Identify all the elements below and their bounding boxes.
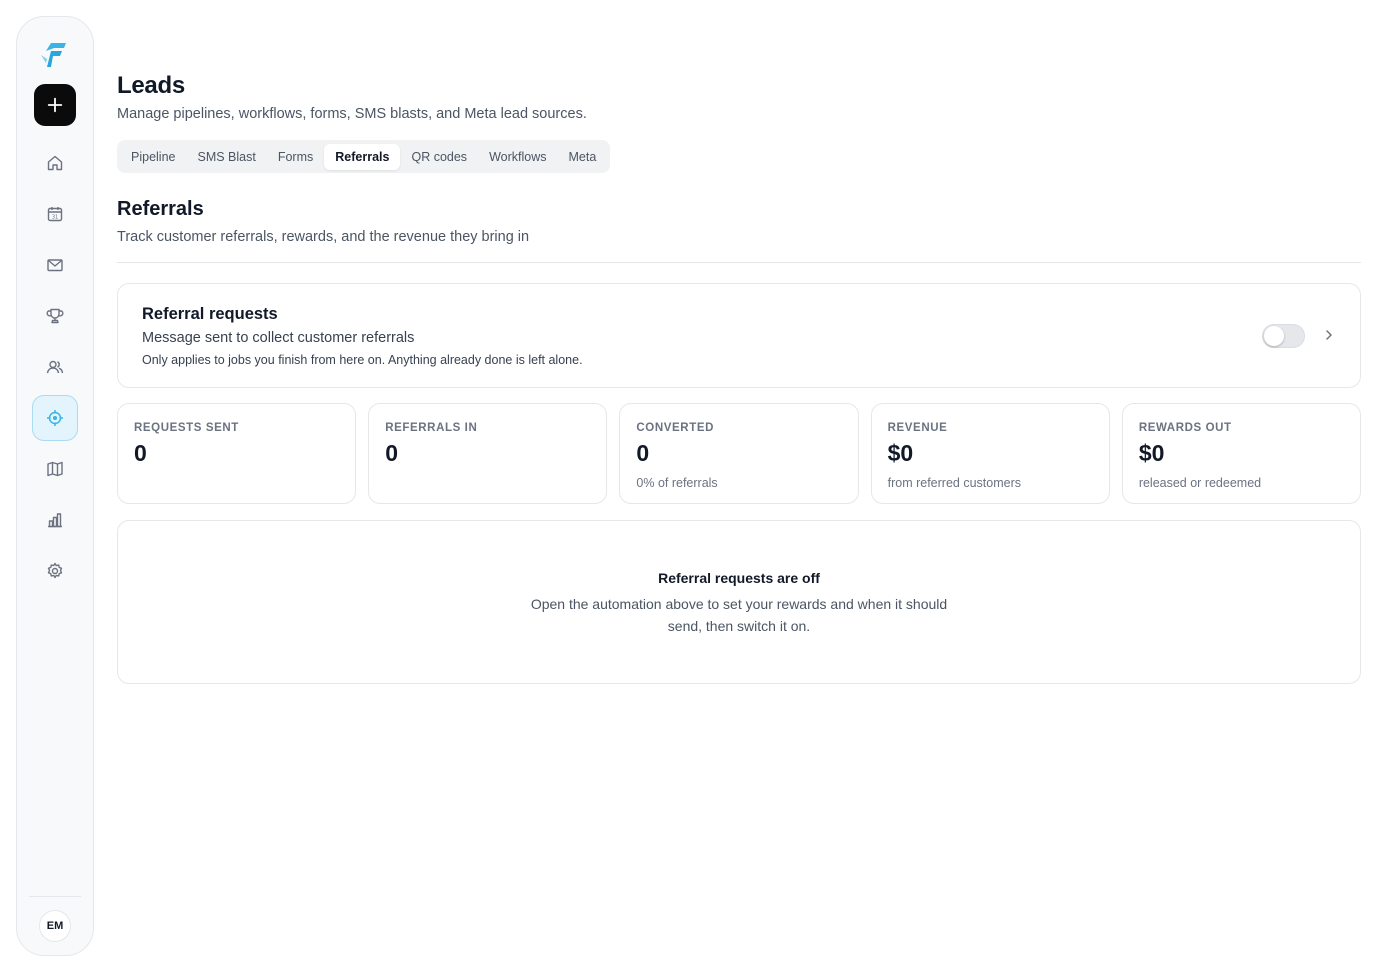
- stat-subtext: from referred customers: [887, 476, 1021, 490]
- calendar-icon: 31: [47, 207, 63, 222]
- stat-label: REFERRALS IN: [385, 422, 478, 434]
- empty-state-card: Referral requests are off Open the autom…: [117, 520, 1361, 684]
- sidebar-item-users[interactable]: [32, 344, 78, 390]
- new-button[interactable]: [34, 84, 76, 126]
- stat-revenue: REVENUE $0 from referred customers: [870, 403, 1110, 504]
- chevron-right-icon[interactable]: [1322, 328, 1336, 342]
- mail-icon: [47, 259, 63, 272]
- sidebar-item-calendar[interactable]: 31: [32, 191, 78, 237]
- tab-sms-blast[interactable]: SMS Blast: [186, 144, 266, 170]
- stat-value: 0: [636, 440, 650, 466]
- stat-label: REWARDS OUT: [1138, 422, 1232, 434]
- stat-value: $0: [887, 440, 914, 466]
- stat-value: $0: [1138, 440, 1165, 466]
- stat-label: REVENUE: [887, 422, 948, 434]
- users-icon: [46, 360, 64, 374]
- stat-subtext: released or redeemed: [1138, 476, 1262, 490]
- stats-row: REQUESTS SENT 0 REFERRALS IN 0 CONVERTED…: [117, 403, 1362, 504]
- tab-workflows[interactable]: Workflows: [478, 144, 557, 170]
- sidebar-nav: 31: [32, 140, 78, 599]
- sidebar-footer: EM: [17, 897, 93, 955]
- empty-state-description: Open the automation above to set your re…: [530, 596, 948, 634]
- crosshair-icon: [47, 410, 63, 426]
- tab-qr-codes[interactable]: QR codes: [400, 144, 478, 170]
- sidebar-item-trophy[interactable]: [32, 293, 78, 339]
- tab-meta[interactable]: Meta: [557, 144, 607, 170]
- sidebar-item-reports[interactable]: [32, 497, 78, 543]
- avatar[interactable]: EM: [39, 910, 71, 942]
- tab-bar: Pipeline SMS Blast Forms Referrals QR co…: [117, 140, 611, 173]
- sidebar-item-leads[interactable]: [32, 395, 78, 441]
- stat-referrals-in: REFERRALS IN 0: [368, 403, 608, 504]
- gear-icon: [47, 562, 63, 579]
- referral-requests-toggle[interactable]: [1262, 324, 1305, 348]
- stat-subtext: 0% of referrals: [636, 476, 718, 490]
- stat-requests-sent: REQUESTS SENT 0: [117, 403, 357, 504]
- bar-chart-icon: [48, 513, 62, 528]
- referral-requests-card[interactable]: Referral requests Message sent to collec…: [117, 283, 1361, 388]
- page-title: Leads: [117, 72, 185, 99]
- referral-requests-note: Only applies to jobs you finish from her…: [142, 353, 583, 367]
- trophy-icon: [46, 308, 64, 324]
- tab-pipeline[interactable]: Pipeline: [120, 144, 186, 170]
- referral-requests-description: Message sent to collect customer referra…: [142, 330, 415, 346]
- stat-value: 0: [385, 440, 398, 466]
- stat-label: CONVERTED: [636, 422, 715, 434]
- referral-requests-title: Referral requests: [142, 305, 278, 323]
- stat-converted: CONVERTED 0 0% of referrals: [619, 403, 859, 504]
- section-subtitle: Track customer referrals, rewards, and t…: [117, 229, 530, 245]
- section-divider: [117, 262, 1361, 263]
- sidebar-item-mail[interactable]: [32, 242, 78, 288]
- stat-rewards-out: REWARDS OUT $0 released or redeemed: [1121, 403, 1362, 504]
- svg-text:31: 31: [52, 215, 58, 221]
- tab-forms[interactable]: Forms: [267, 144, 324, 170]
- sidebar-item-map[interactable]: [32, 446, 78, 492]
- toggle-knob: [1264, 326, 1284, 346]
- stat-label: REQUESTS SENT: [134, 422, 239, 434]
- sidebar-item-home[interactable]: [32, 140, 78, 186]
- sidebar: 31 EM: [16, 16, 94, 956]
- section-title: Referrals: [117, 198, 204, 220]
- sidebar-item-settings[interactable]: [32, 548, 78, 594]
- plus-icon: [47, 97, 63, 113]
- home-icon: [47, 155, 63, 171]
- stat-value: 0: [134, 440, 147, 466]
- brand-logo-icon[interactable]: [38, 37, 72, 71]
- tab-referrals[interactable]: Referrals: [324, 143, 401, 170]
- page-subtitle: Manage pipelines, workflows, forms, SMS …: [117, 106, 587, 122]
- map-icon: [47, 461, 63, 477]
- empty-state-title: Referral requests are off: [658, 570, 820, 586]
